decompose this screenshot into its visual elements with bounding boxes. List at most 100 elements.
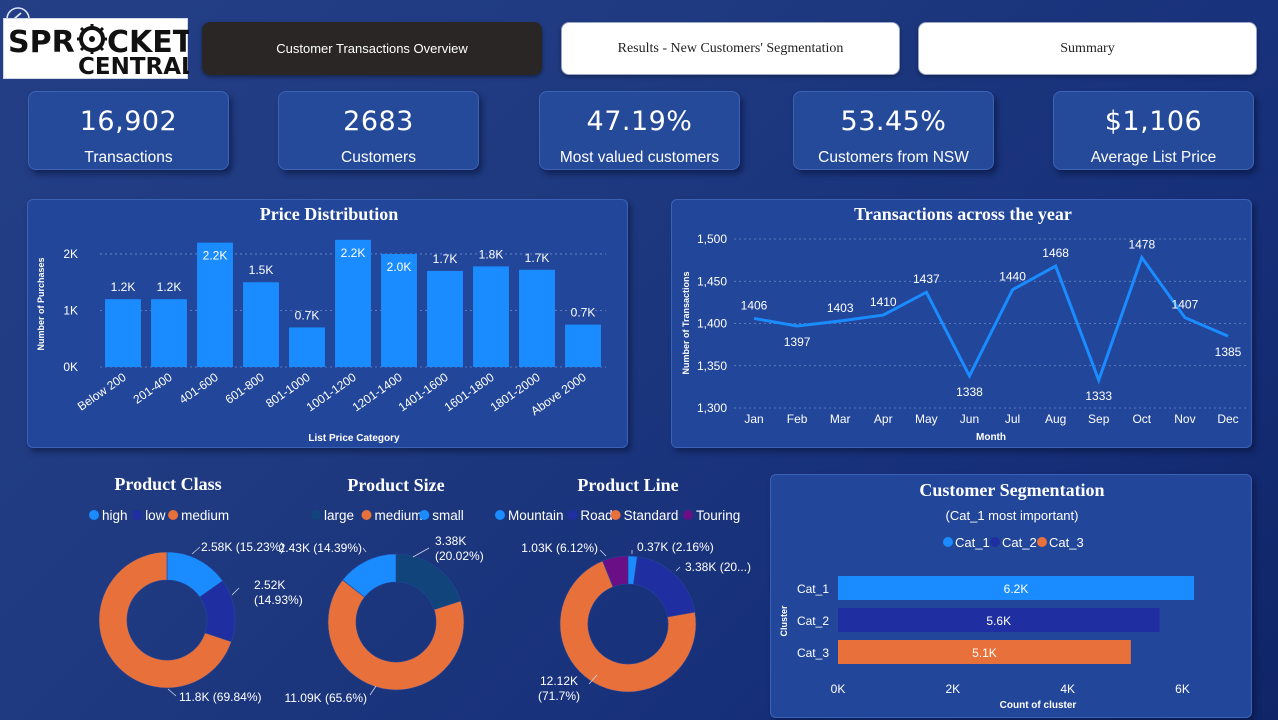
chart-subtitle: (Cat_1 most important)	[946, 508, 1079, 523]
data-label: 1437	[913, 272, 940, 286]
series-line	[753, 254, 1229, 385]
bar[interactable]	[151, 299, 187, 367]
data-label: 11.09K (65.6%)	[285, 691, 368, 705]
x-tick-label: 6K	[1175, 682, 1190, 696]
legend-label: Touring	[696, 508, 740, 523]
data-label: 1478	[1128, 238, 1155, 252]
leader-line	[362, 547, 367, 553]
x-tick-label: 1401-1600	[396, 370, 451, 415]
kpi-label: Most valued customers	[559, 149, 720, 166]
legend-label: high	[102, 508, 128, 523]
x-tick-label: 201-400	[131, 370, 175, 407]
product-donuts-chart: Product Class Product Size Product Line …	[89, 474, 751, 705]
product-class-title: Product Class	[114, 474, 221, 494]
data-label: 1333	[1085, 389, 1112, 403]
legend-label: Cat_1	[955, 535, 990, 550]
data-label: 2.43K (14.39%)	[279, 541, 362, 555]
data-label: 1385	[1215, 345, 1242, 359]
bar[interactable]	[565, 324, 601, 367]
x-tick-label: Feb	[787, 412, 808, 426]
legend-marker	[495, 510, 505, 520]
data-label: 1.2K	[111, 280, 136, 294]
sprocket-gear-icon	[77, 24, 107, 54]
legend-label: Mountain	[508, 508, 564, 523]
data-label: 1406	[741, 298, 768, 312]
legend-marker	[610, 510, 621, 520]
leader-line	[191, 546, 201, 555]
y-axis-title: Number of Purchases	[36, 257, 46, 350]
data-label: 1410	[870, 295, 897, 309]
kpi-label: Customers	[341, 149, 416, 166]
summary-nav-button[interactable]: Summary	[918, 22, 1257, 75]
x-tick-label: 4K	[1060, 682, 1075, 696]
kpi-card-customers: 2683 Customers	[278, 91, 479, 170]
data-label: 2.2K	[341, 246, 366, 260]
data-label: 0.7K	[571, 306, 596, 320]
data-label: 1403	[827, 301, 854, 315]
x-tick-label: 401-600	[177, 370, 221, 407]
transactions-year-panel: Transactions across the year 1,300 1,350 1…	[671, 199, 1252, 448]
x-tick-label: 1601-1800	[442, 370, 497, 415]
leader-line	[167, 688, 177, 697]
price-distribution-chart: Price Distribution 0K 1K 2K 1.2K 1.2K 2.2K 1.…	[36, 204, 606, 444]
legend-marker	[132, 510, 143, 520]
legend-marker	[361, 510, 372, 520]
bar[interactable]	[519, 269, 555, 367]
legend-marker	[89, 510, 99, 520]
legend-label: medium	[181, 508, 229, 523]
kpi-card-nsw: 53.45% Customers from NSW	[793, 91, 994, 170]
x-tick-label: Jul	[1005, 412, 1020, 426]
data-label: 1.7K	[525, 251, 550, 265]
x-tick-label: 0K	[831, 682, 846, 696]
bar[interactable]	[289, 327, 325, 367]
legend-label: Cat_3	[1049, 535, 1084, 550]
leader-line	[231, 587, 240, 596]
data-label: 6.2K	[1004, 582, 1029, 596]
kpi-label: Transactions	[84, 149, 173, 166]
data-label: 0.7K	[295, 308, 320, 322]
x-tick-label: Mar	[830, 412, 851, 426]
customer-segmentation-chart: Customer Segmentation (Cat_1 most import…	[779, 480, 1194, 711]
x-tick-label: 1201-1400	[350, 370, 405, 415]
data-label: 1397	[784, 335, 811, 349]
product-size-title: Product Size	[347, 475, 444, 495]
kpi-label: Customers from NSW	[818, 149, 969, 166]
transactions-line-chart: Transactions across the year 1,300 1,350 1…	[681, 204, 1247, 443]
data-label: 1468	[1042, 246, 1069, 260]
y-tick-label: 1,350	[697, 359, 727, 373]
kpi-card-avg-price: $1,106 Average List Price	[1053, 91, 1254, 170]
chart-title: Transactions across the year	[854, 204, 1072, 224]
x-tick-label: Dec	[1217, 412, 1238, 426]
leader-line	[675, 566, 681, 572]
legend-marker	[419, 510, 430, 520]
data-label: 2.52K (14.93%)	[254, 578, 303, 607]
bar[interactable]	[105, 299, 141, 367]
data-label: 2.2K	[203, 249, 228, 263]
bar[interactable]	[243, 282, 279, 367]
bar[interactable]	[473, 266, 509, 367]
legend-marker	[683, 510, 693, 520]
data-label: 12.12K (71.7%)	[538, 674, 580, 703]
kpi-value: 2683	[343, 106, 414, 137]
kpi-label: Average List Price	[1090, 149, 1217, 166]
legend-label: low	[145, 508, 166, 523]
data-label: 3.38K (20.02%)	[435, 534, 484, 563]
kpi-value: 53.45%	[840, 106, 947, 137]
svg-text:CENTRAL: CENTRAL	[78, 54, 189, 80]
data-label: 2.58K (15.23%)	[201, 540, 284, 554]
x-tick-label: Sep	[1088, 412, 1110, 426]
bar[interactable]	[427, 270, 463, 367]
y-tick-label: Cat_2	[797, 614, 829, 628]
y-tick-label: 1,500	[697, 232, 727, 246]
overview-nav-button[interactable]: Customer Transactions Overview	[202, 22, 542, 75]
y-tick-label: Cat_3	[797, 646, 829, 660]
x-tick-label: 2K	[945, 682, 960, 696]
data-label: 5.6K	[986, 614, 1011, 628]
segmentation-nav-button[interactable]: Results - New Customers' Segmentation	[561, 22, 900, 75]
x-tick-label: Below 200	[75, 370, 129, 414]
x-axis-title: Count of cluster	[1000, 700, 1077, 711]
x-tick-label: Aug	[1045, 412, 1066, 426]
data-label: 1.2K	[157, 280, 182, 294]
price-distribution-panel: Price Distribution 0K 1K 2K 1.2K 1.2K 2.2K 1.…	[27, 199, 628, 448]
data-label: 0.37K (2.16%)	[637, 540, 714, 554]
